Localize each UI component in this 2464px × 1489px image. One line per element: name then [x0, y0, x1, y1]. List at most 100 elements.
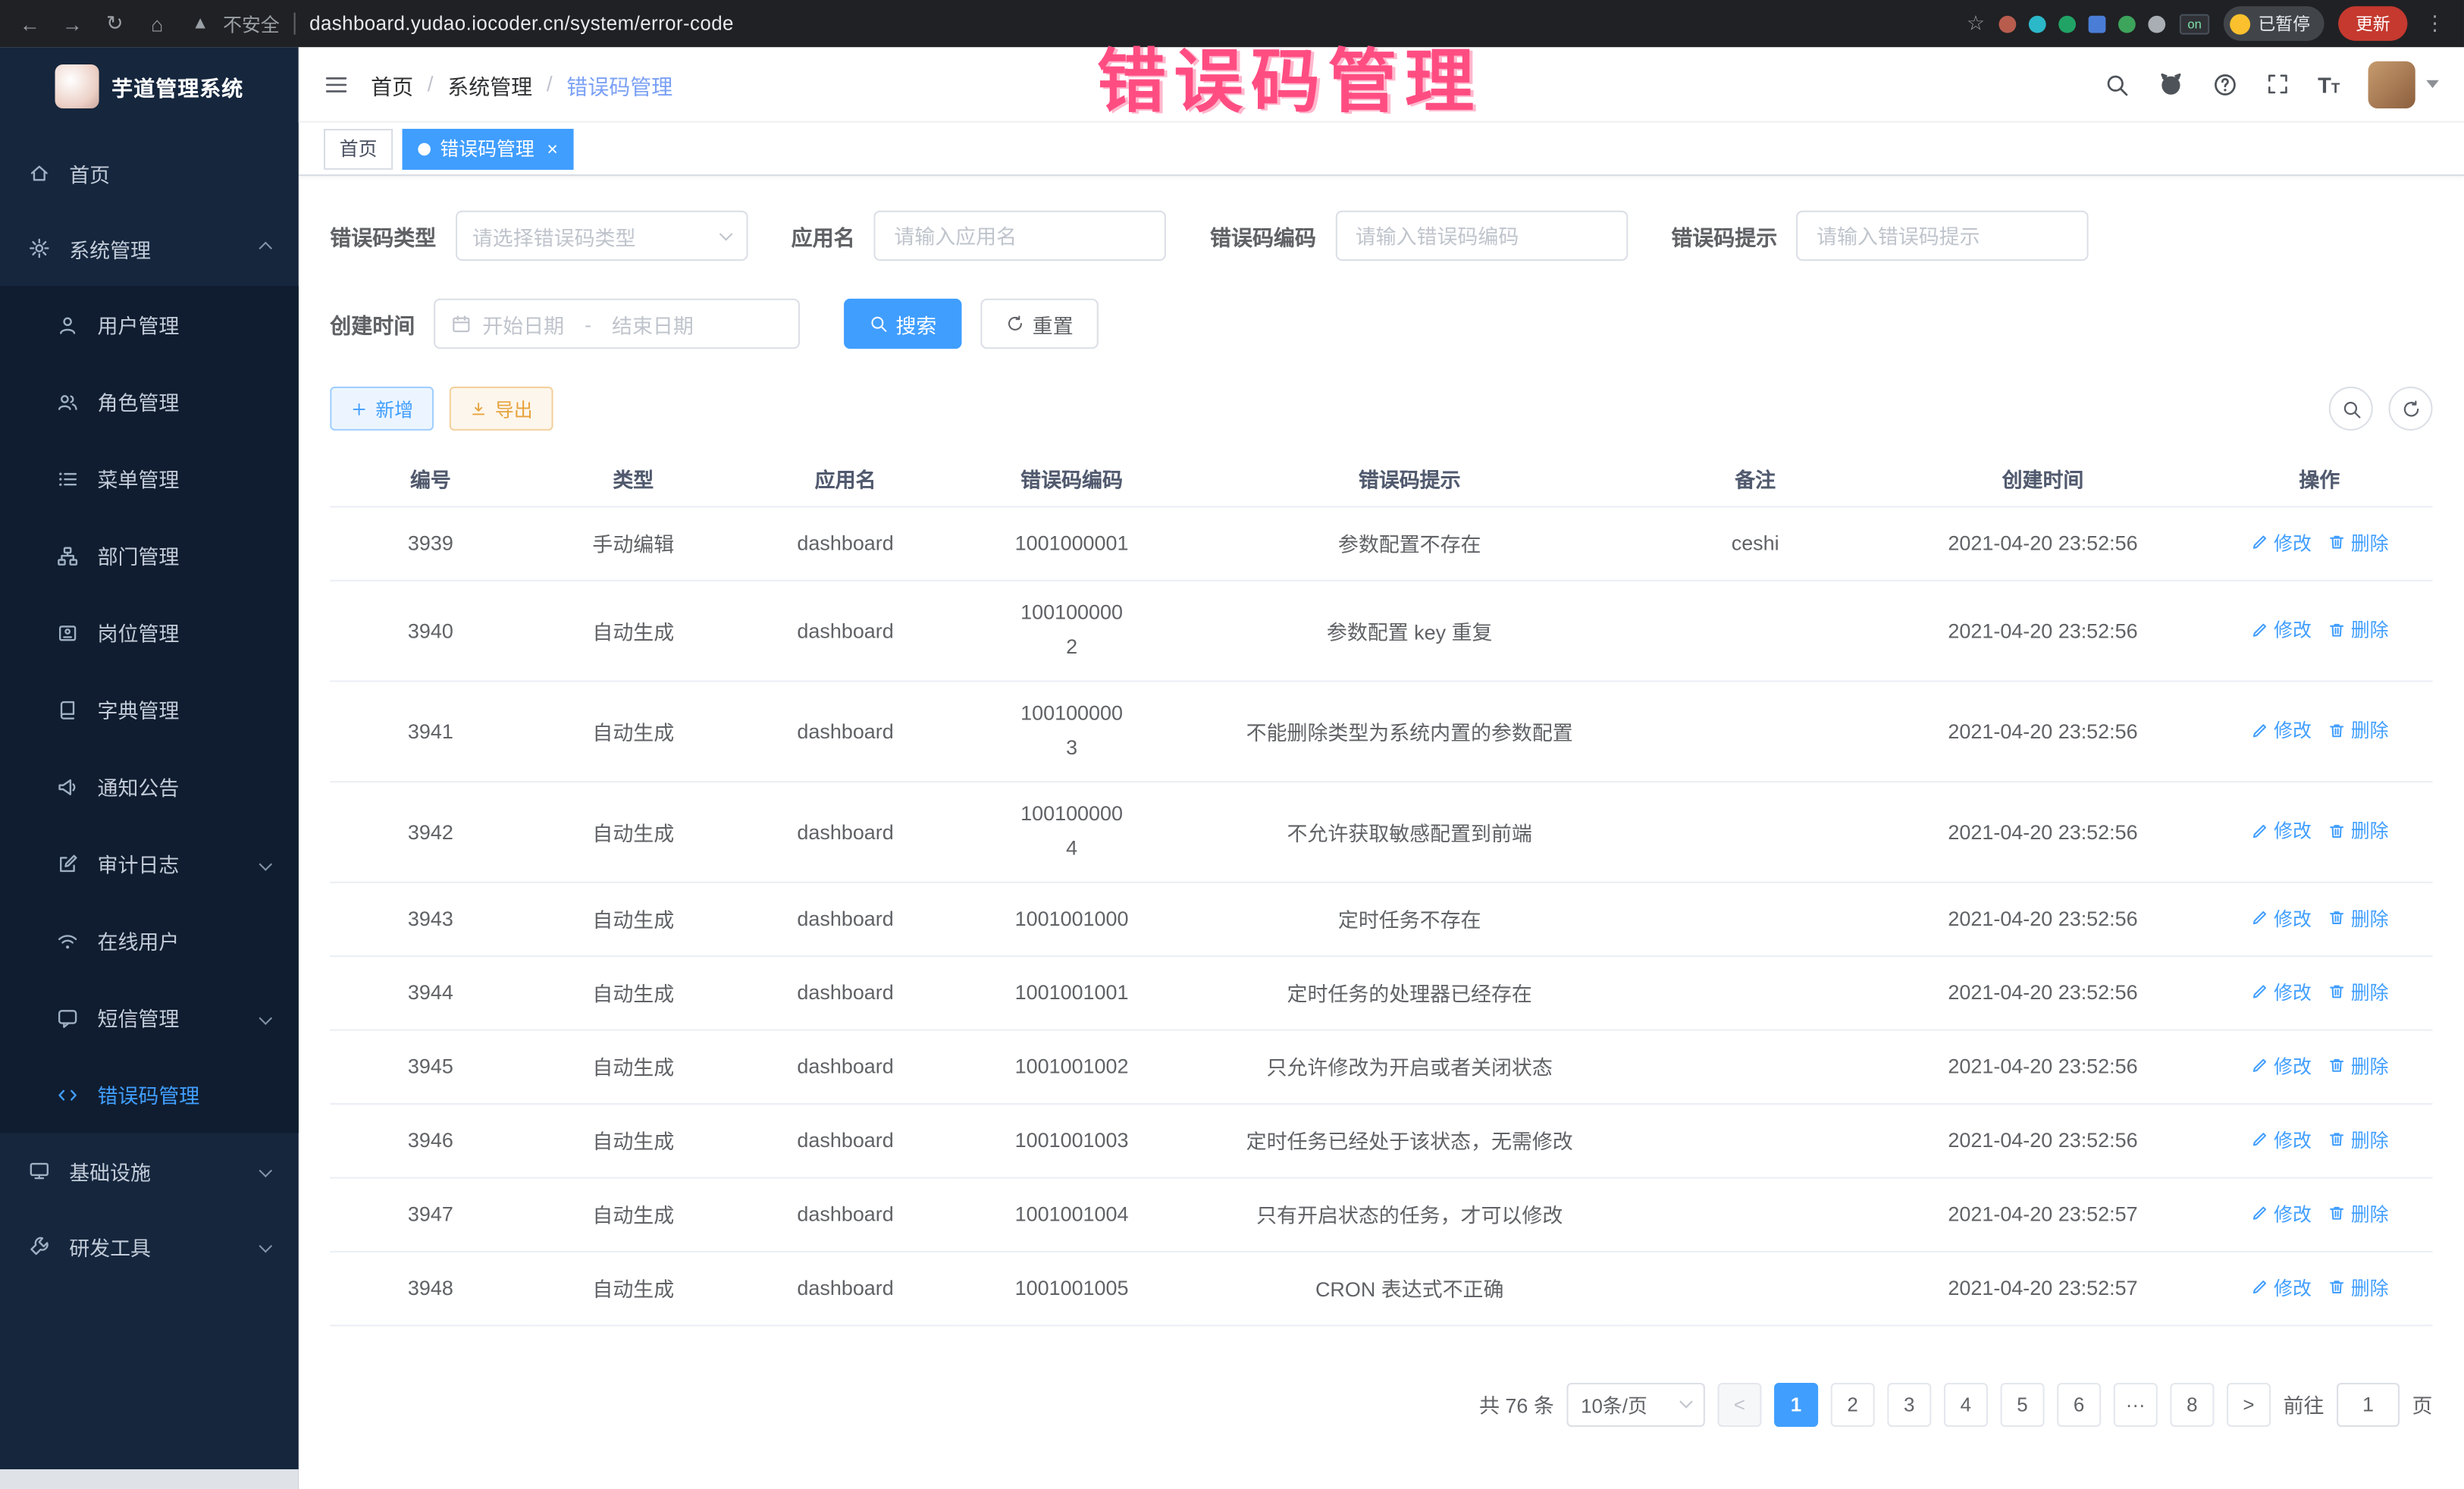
extension-icon[interactable] [2089, 15, 2106, 33]
sidebar-item-home[interactable]: 首页 [0, 135, 299, 210]
delete-link[interactable]: 删除 [2328, 717, 2389, 744]
hamburger-icon[interactable] [324, 71, 349, 96]
sidebar-item-label: 基础设施 [69, 1155, 151, 1185]
reload-icon[interactable]: ↻ [101, 11, 129, 36]
sidebar-item-user[interactable]: 用户管理 [0, 286, 299, 363]
page-button-8[interactable]: 8 [2170, 1382, 2214, 1426]
page-button-1[interactable]: 1 [1774, 1382, 1818, 1426]
page-button-4[interactable]: 4 [1944, 1382, 1988, 1426]
prev-page-button[interactable]: < [1717, 1382, 1761, 1426]
edit-link[interactable]: 修改 [2250, 979, 2312, 1005]
cell-remark [1631, 680, 1879, 781]
edit-link[interactable]: 修改 [2250, 717, 2312, 744]
search-button[interactable]: 搜索 [844, 299, 961, 349]
app-name-input[interactable] [873, 211, 1166, 261]
export-button[interactable]: 导出 [450, 387, 553, 431]
delete-link[interactable]: 删除 [2328, 817, 2389, 844]
sidebar-item-online-user[interactable]: 在线用户 [0, 902, 299, 980]
edit-link[interactable]: 修改 [2250, 1200, 2312, 1227]
profile-paused-chip[interactable]: 已暂停 [2224, 6, 2324, 41]
edit-link[interactable]: 修改 [2250, 817, 2312, 844]
user-avatar[interactable] [2368, 61, 2439, 108]
page-button-5[interactable]: 5 [2000, 1382, 2044, 1426]
extension-on-badge[interactable]: on [2180, 14, 2209, 34]
forward-icon[interactable]: → [58, 12, 86, 36]
show-search-button[interactable] [2329, 387, 2373, 431]
cell-msg: 不允许获取敏感配置到前端 [1188, 781, 1632, 882]
page-buttons: 123456 ··· 8 [1774, 1382, 2214, 1426]
breadcrumb-item[interactable]: 系统管理 [447, 68, 532, 99]
security-label[interactable]: 不安全 [223, 10, 280, 36]
github-icon[interactable] [2158, 71, 2184, 97]
delete-link[interactable]: 删除 [2328, 1127, 2389, 1153]
reset-button[interactable]: 重置 [980, 299, 1098, 349]
delete-link[interactable]: 删除 [2328, 1052, 2389, 1079]
delete-link[interactable]: 删除 [2328, 1274, 2389, 1300]
goto-page-input[interactable] [2337, 1382, 2400, 1426]
error-type-select[interactable]: 请选择错误码类型 [455, 211, 748, 261]
page-size-select[interactable]: 10条/页 [1566, 1382, 1704, 1426]
column-header-6: 创建时间 [1879, 453, 2206, 506]
edit-link[interactable]: 修改 [2250, 616, 2312, 643]
edit-link[interactable]: 修改 [2250, 904, 2312, 931]
tab-error-code[interactable]: 错误码管理× [403, 128, 574, 169]
page-button-2[interactable]: 2 [1831, 1382, 1875, 1426]
sidebar-item-dict[interactable]: 字典管理 [0, 671, 299, 748]
browser-update-button[interactable]: 更新 [2338, 6, 2407, 41]
sidebar-item-label: 短信管理 [98, 1002, 180, 1032]
sidebar-item-dept[interactable]: 部门管理 [0, 517, 299, 594]
bookmark-star-icon[interactable]: ☆ [1967, 11, 1985, 36]
extension-icon[interactable] [2118, 15, 2136, 33]
cell-id: 3942 [330, 781, 531, 882]
refresh-table-button[interactable] [2389, 387, 2433, 431]
fullscreen-icon[interactable] [2266, 72, 2290, 96]
table-row: 3942自动生成dashboard1001000004不允许获取敏感配置到前端2… [330, 781, 2432, 882]
sidebar-item-notice[interactable]: 通知公告 [0, 748, 299, 826]
sidebar-item-sms[interactable]: 短信管理 [0, 979, 299, 1056]
sidebar-item-infra[interactable]: 基础设施 [0, 1133, 299, 1208]
search-icon[interactable] [2104, 71, 2129, 96]
back-icon[interactable]: ← [16, 12, 44, 36]
edit-link[interactable]: 修改 [2250, 1127, 2312, 1153]
page-button-3[interactable]: 3 [1887, 1382, 1931, 1426]
column-header-4: 错误码提示 [1188, 453, 1632, 506]
browser-menu-icon[interactable]: ⋮ [2422, 11, 2448, 36]
delete-link[interactable]: 删除 [2328, 979, 2389, 1005]
sidebar-collapse-bar[interactable] [0, 1469, 299, 1489]
sidebar-item-menu[interactable]: 菜单管理 [0, 440, 299, 517]
page-button-6[interactable]: 6 [2057, 1382, 2101, 1426]
delete-link[interactable]: 删除 [2328, 904, 2389, 931]
extension-icon[interactable] [2029, 15, 2046, 33]
help-icon[interactable] [2212, 71, 2237, 96]
delete-link[interactable]: 删除 [2328, 529, 2389, 556]
error-code-input[interactable] [1335, 211, 1628, 261]
pager-ellipsis[interactable]: ··· [2114, 1382, 2158, 1426]
delete-link[interactable]: 删除 [2328, 1200, 2389, 1227]
breadcrumb-item[interactable]: 首页 [371, 68, 413, 99]
tab-home[interactable]: 首页 [324, 128, 393, 169]
url-text[interactable]: dashboard.yudao.iocoder.cn/system/error-… [309, 13, 734, 35]
edit-link[interactable]: 修改 [2250, 529, 2312, 556]
edit-link[interactable]: 修改 [2250, 1274, 2312, 1300]
sidebar-item-dev-tool[interactable]: 研发工具 [0, 1208, 299, 1284]
tab-label: 首页 [340, 135, 378, 161]
sidebar-item-system[interactable]: 系统管理 [0, 211, 299, 286]
sidebar-item-audit-log[interactable]: 审计日志 [0, 825, 299, 902]
extension-icon[interactable] [2149, 15, 2166, 33]
add-button[interactable]: 新增 [330, 387, 434, 431]
app-logo[interactable]: 芋道管理系统 [0, 47, 299, 126]
sidebar-item-role[interactable]: 角色管理 [0, 363, 299, 440]
column-header-0: 编号 [330, 453, 531, 506]
delete-link[interactable]: 删除 [2328, 616, 2389, 643]
error-msg-input[interactable] [1796, 211, 2089, 261]
browser-home-icon[interactable]: ⌂ [143, 12, 171, 36]
next-page-button[interactable]: > [2227, 1382, 2271, 1426]
sidebar-item-error-code[interactable]: 错误码管理 [0, 1056, 299, 1133]
extension-icon[interactable] [1999, 15, 2017, 33]
date-range-picker[interactable]: 开始日期 - 结束日期 [434, 299, 800, 349]
sidebar-item-post[interactable]: 岗位管理 [0, 594, 299, 671]
tab-close-icon[interactable]: × [547, 137, 558, 159]
extension-icon[interactable] [2058, 15, 2076, 33]
font-size-icon[interactable]: TT [2318, 71, 2340, 96]
edit-link[interactable]: 修改 [2250, 1052, 2312, 1079]
